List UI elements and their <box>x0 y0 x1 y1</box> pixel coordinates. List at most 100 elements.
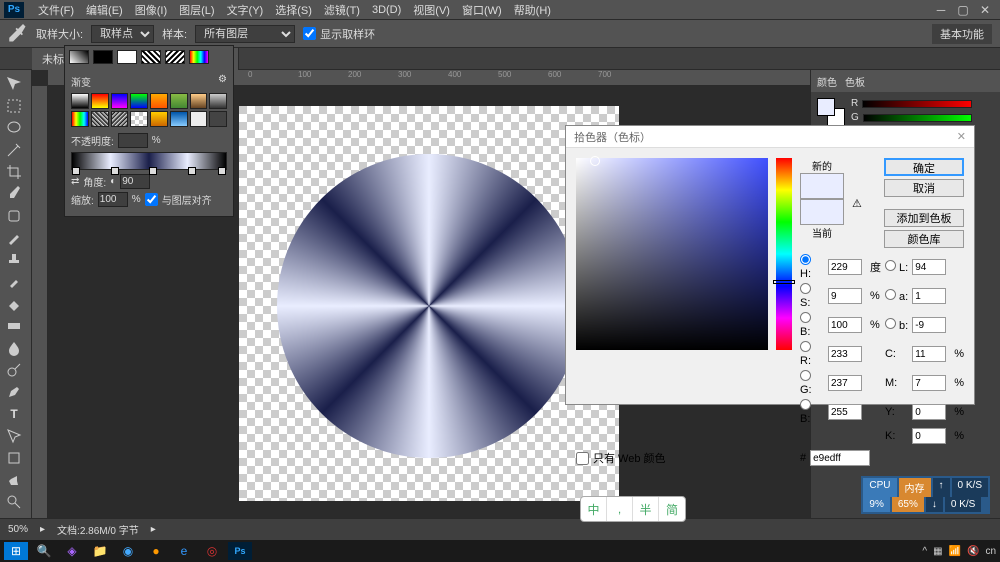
menu-help[interactable]: 帮助(H) <box>508 2 557 18</box>
photoshop-icon[interactable]: Ps <box>228 542 252 560</box>
dialog-titlebar[interactable]: 拾色器（色标） ✕ <box>566 126 974 148</box>
search-icon[interactable]: 🔍 <box>32 542 56 560</box>
doc-info[interactable]: 文档:2.86M/0 字节 <box>57 522 139 537</box>
move-tool[interactable] <box>2 74 26 94</box>
ellipse-shape[interactable] <box>277 154 581 458</box>
pen-tool[interactable] <box>2 382 26 402</box>
foreground-background-swatch[interactable] <box>817 98 845 126</box>
gradient-preset[interactable] <box>190 111 208 127</box>
web-only-checkbox[interactable] <box>576 452 589 465</box>
gradient-spectrum[interactable] <box>189 50 209 64</box>
menu-layer[interactable]: 图层(L) <box>173 2 220 18</box>
chevron-icon[interactable]: ▸ <box>40 524 45 535</box>
type-tool[interactable]: T <box>2 404 26 424</box>
hex-input[interactable] <box>810 450 870 466</box>
show-ring-checkbox[interactable] <box>303 27 316 40</box>
gradient-stop[interactable] <box>72 167 80 175</box>
s-input[interactable] <box>828 288 862 304</box>
wand-tool[interactable] <box>2 140 26 160</box>
gradient-preset[interactable] <box>130 111 148 127</box>
h-input[interactable] <box>828 259 862 275</box>
scale-input[interactable] <box>98 192 128 207</box>
sample-size-select[interactable]: 取样点 <box>91 25 154 43</box>
g-input[interactable] <box>828 375 862 391</box>
vertical-ruler[interactable] <box>32 86 48 540</box>
gradient-preset[interactable] <box>170 93 188 109</box>
m-input[interactable] <box>912 375 946 391</box>
tab-swatches[interactable]: 色板 <box>845 74 865 89</box>
foreground-color-swatch[interactable] <box>817 98 835 116</box>
b-radio[interactable] <box>800 312 811 323</box>
gradient-editor-bar[interactable] <box>71 152 227 170</box>
add-swatch-button[interactable]: 添加到色板 <box>884 209 964 227</box>
history-brush-tool[interactable] <box>2 272 26 292</box>
c-input[interactable] <box>912 346 946 362</box>
r-input[interactable] <box>828 346 862 362</box>
h-radio[interactable] <box>800 254 811 265</box>
artboard[interactable] <box>239 106 619 501</box>
eyedropper-tool[interactable] <box>2 184 26 204</box>
zoom-tool[interactable] <box>2 492 26 512</box>
menu-filter[interactable]: 滤镜(T) <box>318 2 366 18</box>
app-icon[interactable]: ◎ <box>200 542 224 560</box>
l-radio[interactable] <box>885 260 896 271</box>
panel-menu-icon[interactable]: ⚙ <box>218 74 227 89</box>
lasso-tool[interactable] <box>2 118 26 138</box>
a-input[interactable] <box>912 288 946 304</box>
menu-edit[interactable]: 编辑(E) <box>80 2 129 18</box>
ime-punct[interactable]: , <box>607 497 633 521</box>
cancel-button[interactable]: 取消 <box>884 179 964 197</box>
gradient-stop[interactable] <box>149 167 157 175</box>
shape-tool[interactable] <box>2 448 26 468</box>
gradient-tool[interactable] <box>2 316 26 336</box>
ime-simplified[interactable]: 简 <box>659 497 685 521</box>
tray-grid-icon[interactable]: ▦ <box>933 546 942 557</box>
l-input[interactable] <box>912 259 946 275</box>
start-icon[interactable]: ⊞ <box>4 542 28 560</box>
app-icon[interactable]: ◉ <box>116 542 140 560</box>
color-library-button[interactable]: 颜色库 <box>884 230 964 248</box>
heal-tool[interactable] <box>2 206 26 226</box>
gradient-stop[interactable] <box>111 167 119 175</box>
close-icon[interactable]: ✕ <box>978 3 992 17</box>
zoom-level[interactable]: 50% <box>8 524 28 535</box>
menu-select[interactable]: 选择(S) <box>269 2 318 18</box>
hand-tool[interactable] <box>2 470 26 490</box>
tray-volume-icon[interactable]: 🔇 <box>967 546 979 557</box>
s-radio[interactable] <box>800 283 811 294</box>
dialog-close-icon[interactable]: ✕ <box>957 130 966 143</box>
gradient-preset[interactable] <box>91 111 109 127</box>
hue-slider-cursor[interactable] <box>773 280 795 284</box>
angle-dial-icon[interactable]: ◐ <box>110 176 116 187</box>
gradient-preset[interactable] <box>150 93 168 109</box>
g-radio[interactable] <box>800 370 811 381</box>
menu-image[interactable]: 图像(I) <box>129 2 173 18</box>
menu-type[interactable]: 文字(Y) <box>221 2 270 18</box>
gradient-preset[interactable] <box>111 93 129 109</box>
visual-studio-icon[interactable]: ◈ <box>60 542 84 560</box>
gradient-preset[interactable] <box>150 111 168 127</box>
bv-radio[interactable] <box>800 399 811 410</box>
gradient-pattern[interactable] <box>141 50 161 64</box>
tray-up-icon[interactable]: ^ <box>922 546 927 557</box>
reverse-icon[interactable]: ⇄ <box>71 176 79 187</box>
lab-b-input[interactable] <box>912 317 946 333</box>
menu-view[interactable]: 视图(V) <box>407 2 456 18</box>
gradient-preset[interactable] <box>170 111 188 127</box>
g-slider[interactable] <box>863 114 972 122</box>
workspace-badge[interactable]: 基本功能 <box>932 24 992 44</box>
gradient-swatch[interactable] <box>93 50 113 64</box>
maximize-icon[interactable]: ▢ <box>956 3 970 17</box>
gradient-pattern[interactable] <box>165 50 185 64</box>
tray-lang[interactable]: cn <box>985 546 996 557</box>
menu-3d[interactable]: 3D(D) <box>366 4 407 16</box>
lab-b-radio[interactable] <box>885 318 896 329</box>
opacity-input[interactable] <box>118 133 148 148</box>
path-tool[interactable] <box>2 426 26 446</box>
color-field-cursor[interactable] <box>590 156 600 166</box>
gradient-preset[interactable] <box>71 93 89 109</box>
gradient-preset[interactable] <box>130 93 148 109</box>
gradient-preset[interactable] <box>91 93 109 109</box>
gradient-preset[interactable] <box>209 93 227 109</box>
warning-icon[interactable]: ⚠ <box>852 197 862 210</box>
